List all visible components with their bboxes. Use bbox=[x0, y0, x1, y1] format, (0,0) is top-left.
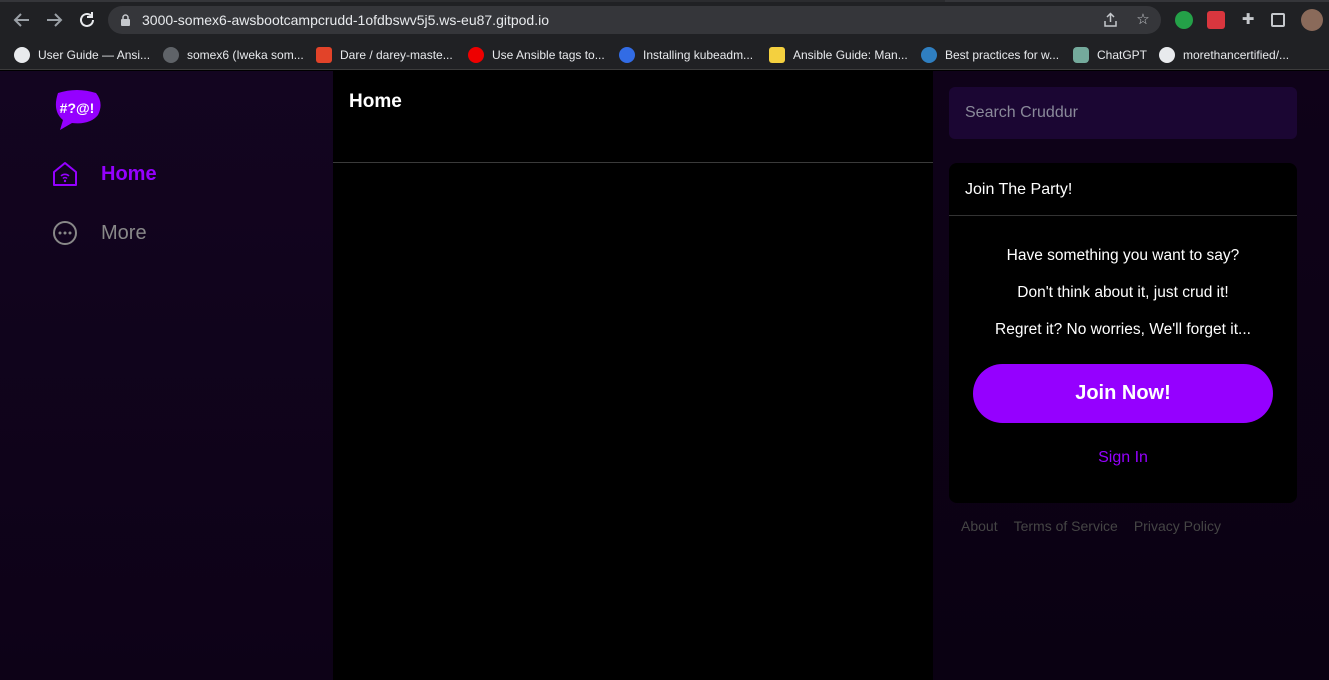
bookmark-item[interactable]: somex6 (Iweka som... bbox=[163, 45, 304, 65]
bookmark-label: morethancertified/... bbox=[1183, 48, 1290, 62]
bookmark-item[interactable]: Dare / darey-maste... bbox=[316, 45, 453, 65]
bookmark-item[interactable]: Use Ansible tags to... bbox=[468, 45, 605, 65]
feed-header: Home bbox=[333, 71, 933, 163]
forward-icon[interactable] bbox=[44, 10, 64, 30]
gitlab-icon bbox=[316, 47, 332, 63]
search-input[interactable] bbox=[949, 87, 1297, 139]
bookmark-item[interactable]: ChatGPT bbox=[1073, 45, 1147, 65]
extension-check-icon[interactable] bbox=[1175, 11, 1193, 29]
footer-links: About Terms of Service Privacy Policy bbox=[961, 518, 1221, 534]
star-icon[interactable]: ☆ bbox=[1135, 12, 1151, 28]
join-card-title: Join The Party! bbox=[949, 163, 1297, 216]
sidebar-item-home[interactable]: Home bbox=[52, 160, 157, 188]
logo[interactable]: #?@! bbox=[52, 89, 102, 131]
kubernetes-icon bbox=[619, 47, 635, 63]
redhat-icon bbox=[468, 47, 484, 63]
address-bar[interactable]: 3000-somex6-awsbootcampcrudd-1ofdbswv5j5… bbox=[108, 6, 1161, 34]
logo-text: #?@! bbox=[60, 100, 95, 116]
github-icon bbox=[1159, 47, 1175, 63]
circle-site-icon bbox=[921, 47, 937, 63]
join-text-line: Regret it? No worries, We'll forget it..… bbox=[995, 321, 1251, 338]
bookmark-label: Dare / darey-maste... bbox=[340, 48, 453, 62]
github-icon bbox=[163, 47, 179, 63]
reload-icon[interactable] bbox=[77, 10, 97, 30]
bookmark-label: Best practices for w... bbox=[945, 48, 1060, 62]
bookmark-label: ChatGPT bbox=[1097, 48, 1148, 62]
lock-icon bbox=[121, 14, 130, 26]
sidebar-item-label: Home bbox=[101, 162, 157, 185]
bookmark-label: Ansible Guide: Man... bbox=[793, 48, 908, 62]
lightbulb-icon bbox=[769, 47, 785, 63]
more-icon bbox=[53, 221, 77, 245]
globe-icon bbox=[14, 47, 30, 63]
footer-link-privacy[interactable]: Privacy Policy bbox=[1134, 518, 1221, 534]
bookmarks-bar: User Guide — Ansi... somex6 (Iweka som..… bbox=[0, 40, 1329, 70]
share-icon[interactable] bbox=[1103, 12, 1119, 28]
home-icon bbox=[53, 162, 77, 186]
bookmark-item[interactable]: Installing kubeadm... bbox=[619, 45, 753, 65]
bookmark-item[interactable]: User Guide — Ansi... bbox=[14, 45, 150, 65]
join-now-button[interactable]: Join Now! bbox=[973, 364, 1273, 423]
side-panel-icon[interactable] bbox=[1271, 13, 1285, 27]
browser-toolbar: 3000-somex6-awsbootcampcrudd-1ofdbswv5j5… bbox=[0, 0, 1329, 40]
bookmark-label: User Guide — Ansi... bbox=[38, 48, 151, 62]
profile-avatar[interactable] bbox=[1301, 9, 1323, 31]
join-text-line: Have something you want to say? bbox=[1006, 247, 1240, 264]
footer-link-about[interactable]: About bbox=[961, 518, 998, 534]
tab-strip bbox=[0, 0, 1329, 2]
bookmark-item[interactable]: morethancertified/... bbox=[1159, 45, 1289, 65]
extension-red-icon[interactable] bbox=[1207, 11, 1225, 29]
sidebar-item-label: More bbox=[101, 221, 147, 244]
join-text-line: Don't think about it, just crud it! bbox=[1017, 284, 1229, 301]
back-icon[interactable] bbox=[12, 10, 32, 30]
chatgpt-icon bbox=[1073, 47, 1089, 63]
cruddur-app: #?@! Home More Home Search Cruddur Join … bbox=[0, 71, 1329, 680]
page-title: Home bbox=[349, 91, 402, 112]
bookmark-item[interactable]: Ansible Guide: Man... bbox=[769, 45, 908, 65]
join-card: Join The Party! Have something you want … bbox=[949, 163, 1297, 503]
url-text: 3000-somex6-awsbootcampcrudd-1ofdbswv5j5… bbox=[142, 12, 550, 28]
bookmark-item[interactable]: Best practices for w... bbox=[921, 45, 1059, 65]
sidebar: #?@! Home More bbox=[0, 71, 333, 680]
bookmark-label: somex6 (Iweka som... bbox=[187, 48, 304, 62]
sign-in-link[interactable]: Sign In bbox=[949, 449, 1297, 467]
sidebar-item-more[interactable]: More bbox=[52, 219, 147, 247]
bookmark-label: Use Ansible tags to... bbox=[492, 48, 605, 62]
extensions-puzzle-icon[interactable]: ✚ bbox=[1239, 11, 1257, 29]
footer-link-terms[interactable]: Terms of Service bbox=[1014, 518, 1118, 534]
right-sidebar: Join The Party! Have something you want … bbox=[933, 71, 1329, 680]
feed: Home bbox=[333, 71, 933, 680]
bookmark-label: Installing kubeadm... bbox=[643, 48, 754, 62]
